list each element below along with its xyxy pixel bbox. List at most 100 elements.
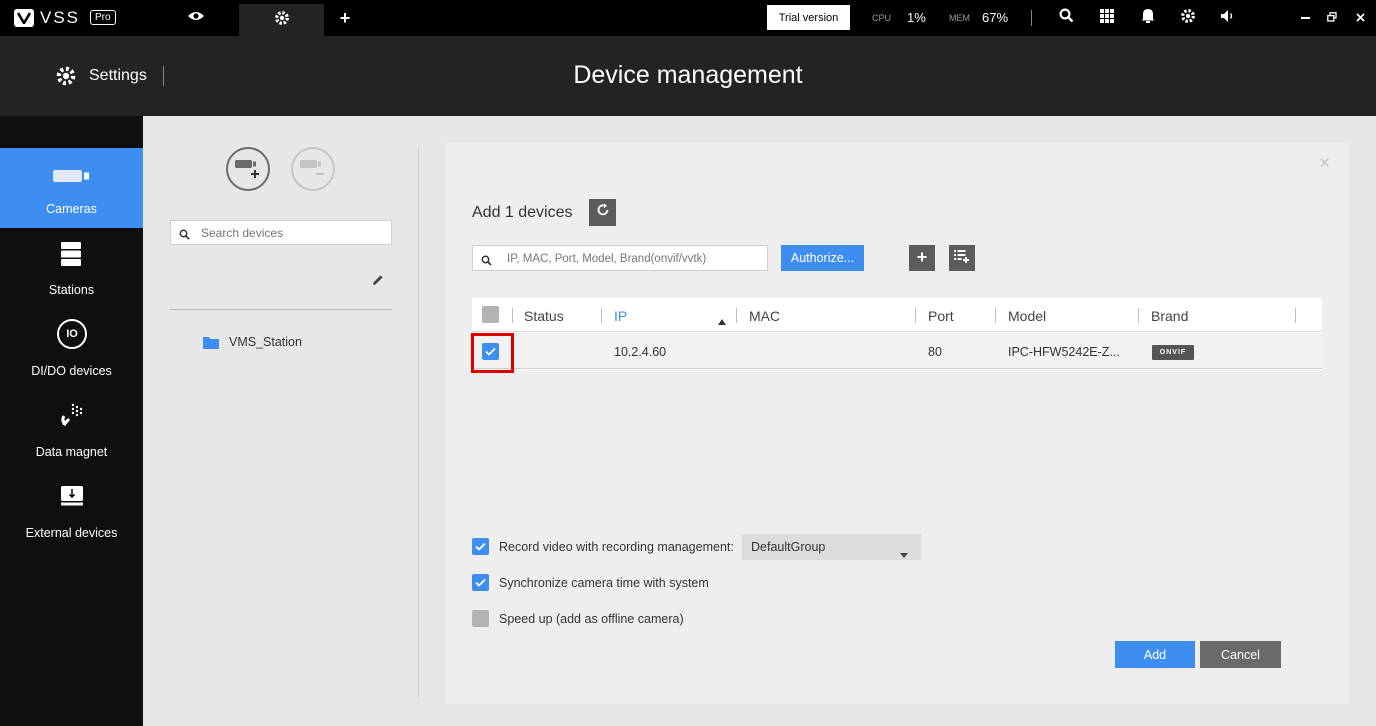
sidebar-item-label: Data magnet <box>35 445 108 459</box>
external-device-icon <box>61 486 83 509</box>
remove-camera-button[interactable] <box>291 147 335 191</box>
cell-ip: 10.2.4.60 <box>614 345 667 359</box>
record-video-label: Record video with recording management: <box>499 540 734 554</box>
server-icon <box>61 242 81 269</box>
authorize-button[interactable]: Authorize... <box>781 245 864 271</box>
row-checkbox[interactable] <box>482 343 499 360</box>
speed-up-label: Speed up (add as offline camera) <box>499 612 684 626</box>
cancel-button[interactable]: Cancel <box>1200 641 1281 668</box>
column-header-status[interactable]: Status <box>524 308 564 324</box>
add-row-button[interactable] <box>909 245 935 271</box>
minimize-icon <box>1300 17 1310 19</box>
grid-button[interactable] <box>1097 8 1117 28</box>
page-title: Device management <box>573 61 803 89</box>
tree-item-label: VMS_Station <box>229 335 302 349</box>
close-window-button[interactable] <box>1351 8 1369 28</box>
table-header <box>472 298 1322 332</box>
panel-separator <box>418 148 419 698</box>
table-row[interactable] <box>472 333 1322 369</box>
checkmark-icon <box>475 574 486 592</box>
mem-label: MEM <box>949 13 970 23</box>
mem-value: 67% <box>982 10 1009 25</box>
tab-settings[interactable] <box>239 4 324 36</box>
remove-camera-icon <box>298 156 328 183</box>
add-list-button[interactable] <box>949 245 975 271</box>
column-header-model[interactable]: Model <box>1008 308 1046 324</box>
add-tab-button[interactable]: + <box>334 6 356 30</box>
grid-icon <box>1100 8 1114 28</box>
notifications-button[interactable] <box>1138 8 1158 28</box>
minimize-button[interactable] <box>1296 8 1314 28</box>
tree-item-vms-station[interactable]: VMS_Station <box>203 334 383 352</box>
search-devices-input[interactable] <box>201 224 386 241</box>
cell-model: IPC-HFW5242E-Z... <box>1008 345 1120 359</box>
checkmark-icon <box>485 343 496 361</box>
sidebar-item-label: Stations <box>48 283 95 297</box>
column-header-port[interactable]: Port <box>928 308 954 324</box>
column-divider <box>1138 308 1139 323</box>
recording-group-value: DefaultGroup <box>751 540 826 554</box>
trial-version-label: Trial version <box>778 11 839 24</box>
io-icon: IO <box>57 319 87 349</box>
add-camera-icon <box>233 156 263 183</box>
recording-group-select[interactable]: DefaultGroup <box>742 534 921 560</box>
filter-input[interactable] <box>507 250 762 267</box>
device-list-panel: VMS_Station <box>143 116 420 726</box>
sidebar-item-cameras[interactable]: Cameras <box>0 148 143 228</box>
checkmark-icon <box>475 538 486 556</box>
gear-icon <box>274 10 290 31</box>
pencil-icon <box>372 273 384 291</box>
sidebar-item-label: External devices <box>25 526 118 540</box>
sidebar-item-data-magnet[interactable]: Data magnet <box>0 391 143 471</box>
filter-box[interactable] <box>472 245 768 271</box>
speed-up-checkbox[interactable] <box>472 610 489 627</box>
refresh-button[interactable] <box>589 199 616 226</box>
column-header-mac[interactable]: MAC <box>749 308 780 324</box>
sync-time-checkbox[interactable] <box>472 574 489 591</box>
volume-button[interactable] <box>1218 8 1238 28</box>
sidebar-item-external-devices[interactable]: External devices <box>0 472 143 552</box>
plus-icon <box>917 249 927 267</box>
brand-label: ONVIF <box>1159 349 1187 356</box>
add-camera-button[interactable] <box>226 147 270 191</box>
search-icon <box>481 253 492 271</box>
topbar-divider <box>1031 10 1032 26</box>
device-table <box>472 298 1322 370</box>
dialog-close-icon[interactable]: × <box>1319 153 1330 175</box>
record-video-checkbox[interactable] <box>472 538 489 555</box>
add-button[interactable]: Add <box>1115 641 1195 668</box>
column-header-brand[interactable]: Brand <box>1151 308 1188 324</box>
cpu-value: 1% <box>907 10 926 25</box>
sidebar-item-dido-devices[interactable]: IO DI/DO devices <box>0 310 143 390</box>
column-divider <box>736 308 737 323</box>
refresh-icon <box>596 203 610 222</box>
dropdown-arrow-icon <box>900 545 908 563</box>
top-bar: VSS Pro + Trial version CPU 1% MEM 67% <box>0 0 1376 36</box>
restore-button[interactable] <box>1323 8 1341 28</box>
cell-port: 80 <box>928 345 942 359</box>
edit-tree-button[interactable] <box>369 273 387 291</box>
sync-time-label: Synchronize camera time with system <box>499 576 709 590</box>
trial-version-badge: Trial version <box>767 5 850 30</box>
sidebar-item-stations[interactable]: Stations <box>0 229 143 309</box>
tab-monitor[interactable] <box>158 0 234 36</box>
settings-button[interactable] <box>1178 8 1198 28</box>
sidebar-item-label: Cameras <box>46 202 97 216</box>
column-header-ip[interactable]: IP <box>614 308 627 324</box>
plus-icon: + <box>339 7 351 28</box>
select-all-checkbox[interactable] <box>482 306 499 323</box>
search-button[interactable] <box>1056 8 1076 28</box>
camera-icon <box>53 170 91 185</box>
restore-icon <box>1327 9 1337 27</box>
column-divider <box>995 308 996 323</box>
search-icon <box>1058 8 1074 28</box>
bell-icon <box>1141 8 1155 28</box>
page-header: Settings Device management <box>0 36 1376 116</box>
search-icon <box>179 227 190 245</box>
list-add-icon <box>954 249 970 268</box>
search-devices-box[interactable] <box>170 220 392 245</box>
close-icon <box>1355 9 1365 27</box>
column-divider <box>512 308 513 323</box>
io-glyph: IO <box>66 328 78 340</box>
sidebar-item-label: DI/DO devices <box>31 364 112 378</box>
